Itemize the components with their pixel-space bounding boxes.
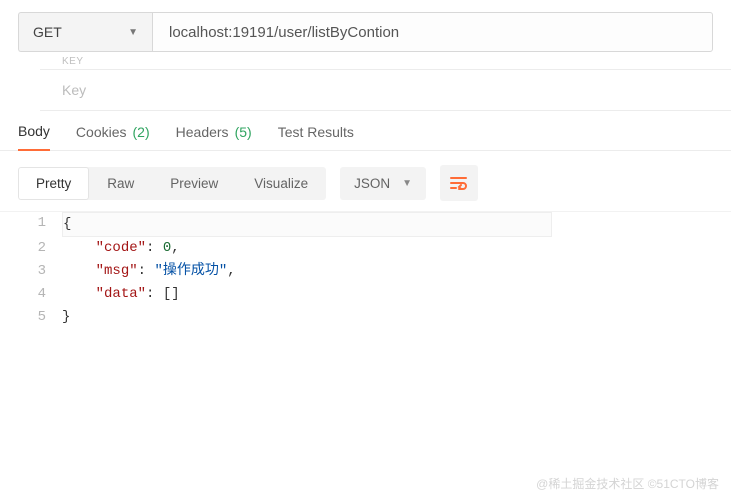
code-content: { — [62, 212, 552, 237]
headers-count: (5) — [235, 124, 252, 140]
chevron-down-icon: ▼ — [128, 27, 138, 38]
http-method-label: GET — [33, 24, 62, 40]
url-input[interactable]: localhost:19191/user/listByContion — [152, 12, 713, 52]
cookies-count: (2) — [133, 124, 150, 140]
tab-cookies-label: Cookies — [76, 124, 127, 140]
param-key-input[interactable] — [40, 70, 731, 111]
line-number: 4 — [16, 283, 62, 306]
tab-headers-label: Headers — [176, 124, 229, 140]
code-content: "msg": "操作成功", — [62, 260, 236, 283]
view-pretty-button[interactable]: Pretty — [18, 167, 89, 200]
tab-test-results[interactable]: Test Results — [278, 124, 354, 150]
view-preview-button[interactable]: Preview — [152, 167, 236, 200]
line-number: 5 — [16, 306, 62, 329]
language-label: JSON — [354, 176, 390, 191]
line-number: 3 — [16, 260, 62, 283]
line-number: 1 — [16, 212, 62, 237]
tab-test-results-label: Test Results — [278, 124, 354, 140]
params-column-header: KEY — [40, 56, 731, 70]
tab-headers[interactable]: Headers (5) — [176, 124, 252, 150]
wrap-icon — [450, 176, 468, 190]
line-number: 2 — [16, 237, 62, 260]
language-select[interactable]: JSON ▼ — [340, 167, 426, 200]
response-body-viewer[interactable]: 1 { 2 "code": 0, 3 "msg": "操作成功", 4 "dat… — [0, 211, 731, 329]
view-raw-button[interactable]: Raw — [89, 167, 152, 200]
url-text: localhost:19191/user/listByContion — [169, 24, 399, 41]
code-content: } — [62, 306, 70, 329]
code-content: "code": 0, — [62, 237, 180, 260]
http-method-select[interactable]: GET ▼ — [18, 12, 152, 52]
code-content: "data": [] — [62, 283, 180, 306]
watermark-text: @稀土掘金技术社区 ©51CTO博客 — [536, 475, 719, 492]
tab-body[interactable]: Body — [18, 123, 50, 151]
chevron-down-icon: ▼ — [402, 178, 412, 189]
view-visualize-button[interactable]: Visualize — [236, 167, 326, 200]
view-mode-group: Pretty Raw Preview Visualize — [18, 167, 326, 200]
wrap-lines-button[interactable] — [440, 165, 478, 201]
tab-body-label: Body — [18, 123, 50, 139]
tab-cookies[interactable]: Cookies (2) — [76, 124, 150, 150]
